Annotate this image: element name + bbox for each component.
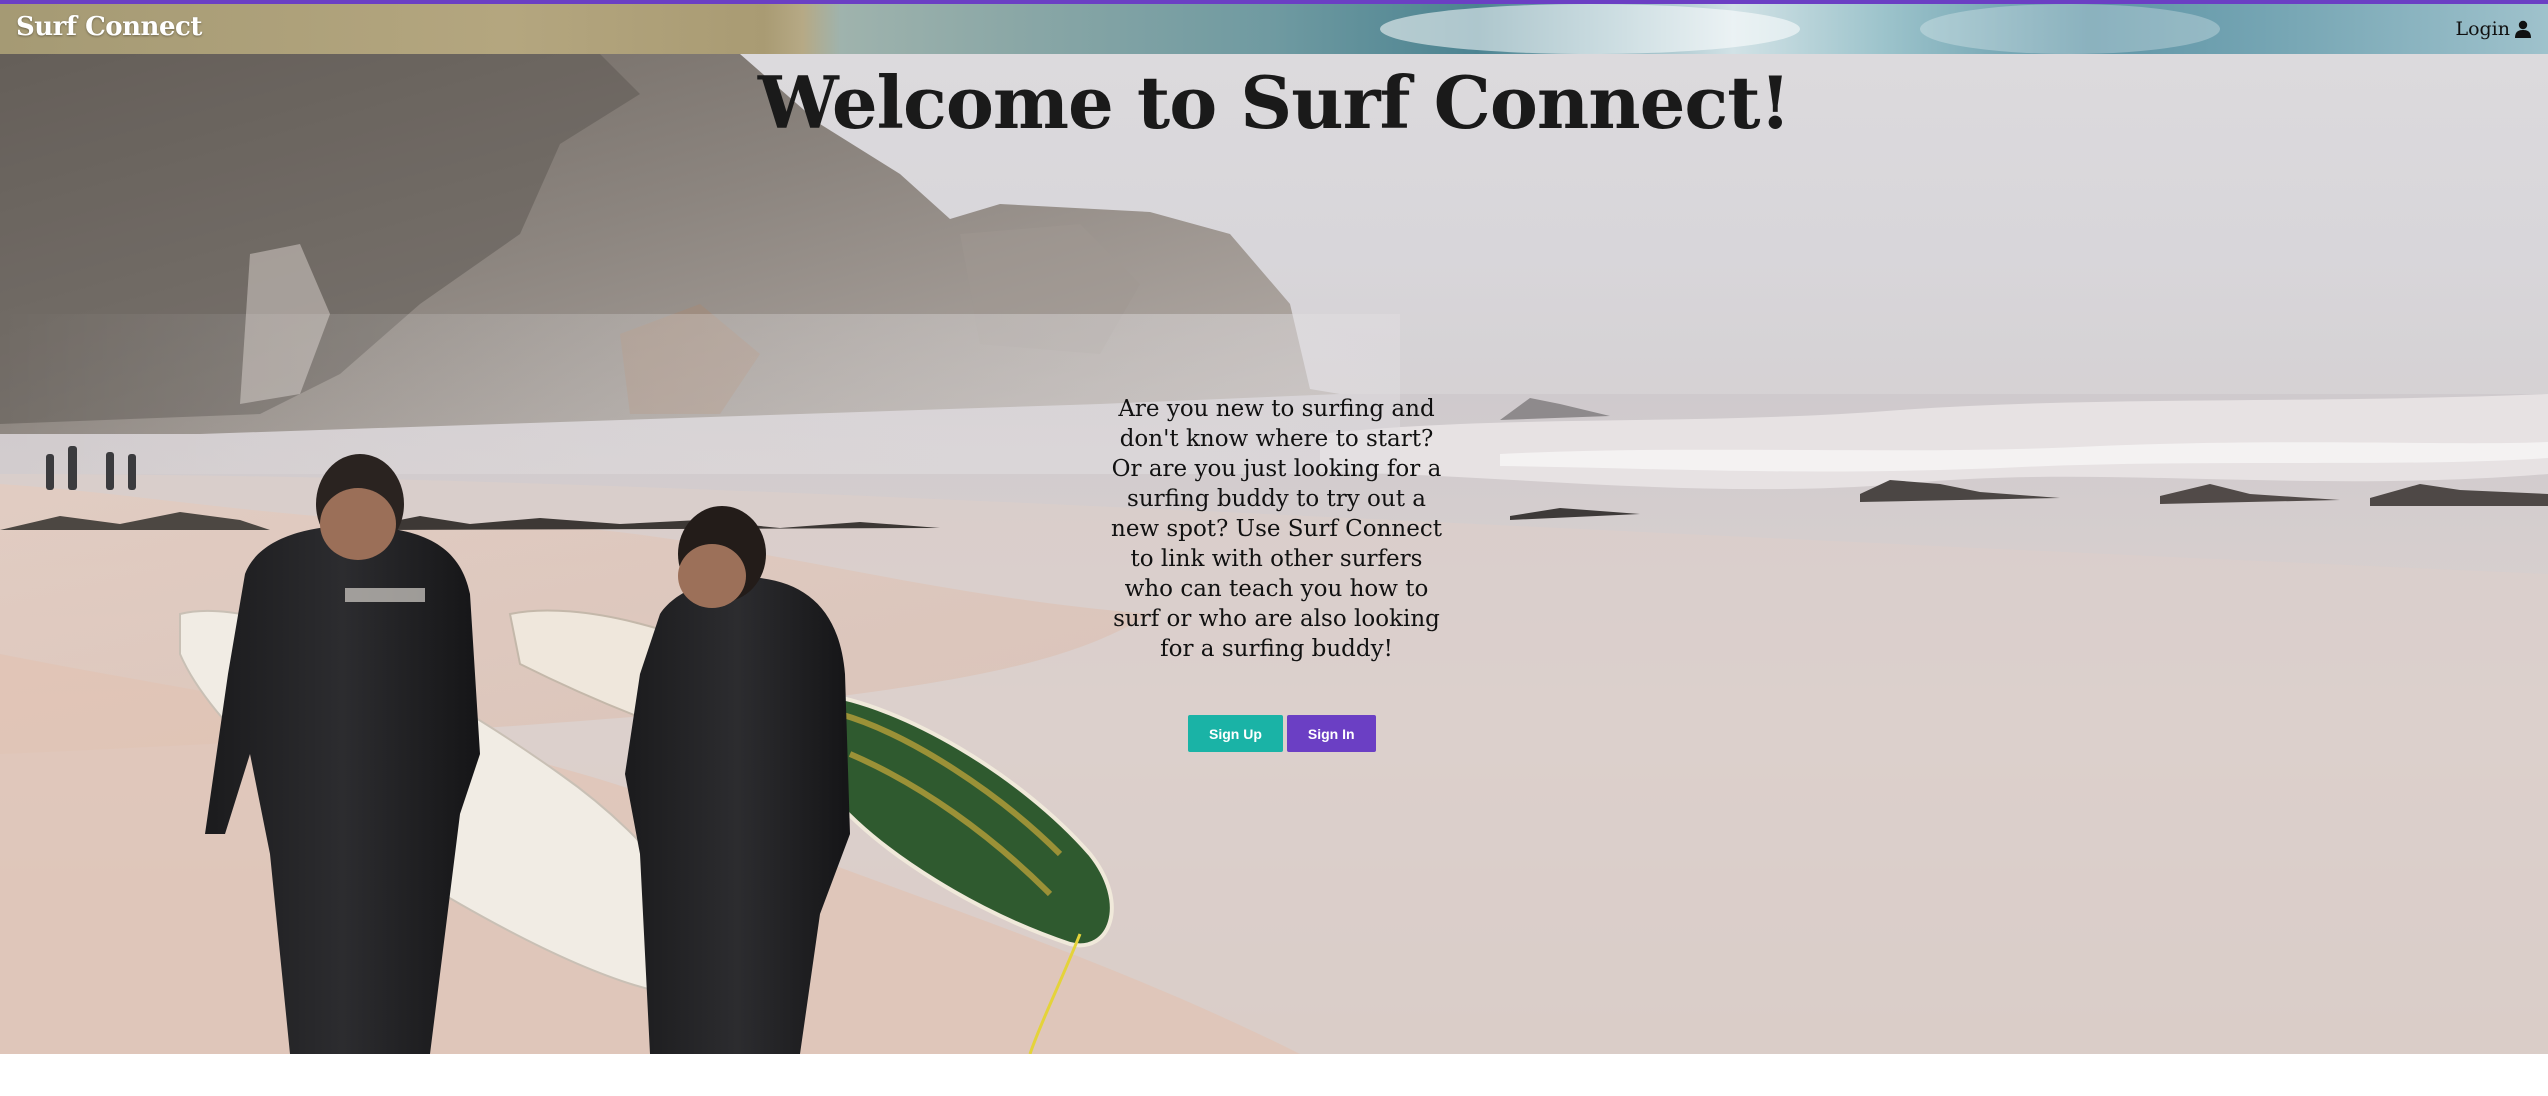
login-link[interactable]: Login [2455, 18, 2532, 40]
sign-up-button[interactable]: Sign Up [1188, 715, 1283, 752]
hero-section: Welcome to Surf Connect! Are you new to … [0, 54, 2548, 1054]
hero-actions: Sign Up Sign In [1188, 715, 1376, 752]
user-icon [2514, 20, 2532, 38]
hero-description: Are you new to surfing and don't know wh… [1111, 396, 1442, 662]
login-label: Login [2455, 18, 2510, 40]
sign-in-button[interactable]: Sign In [1286, 715, 1376, 752]
brand-logo[interactable]: Surf Connect [16, 12, 202, 42]
navbar-wave-decoration [1920, 4, 2220, 54]
navbar-wave-decoration [1380, 4, 1800, 54]
hero-title: Welcome to Surf Connect! [757, 60, 1791, 145]
top-navbar: Surf Connect Login [0, 0, 2548, 54]
page: Surf Connect Login Welcome to Surf Conne… [0, 0, 2548, 1096]
